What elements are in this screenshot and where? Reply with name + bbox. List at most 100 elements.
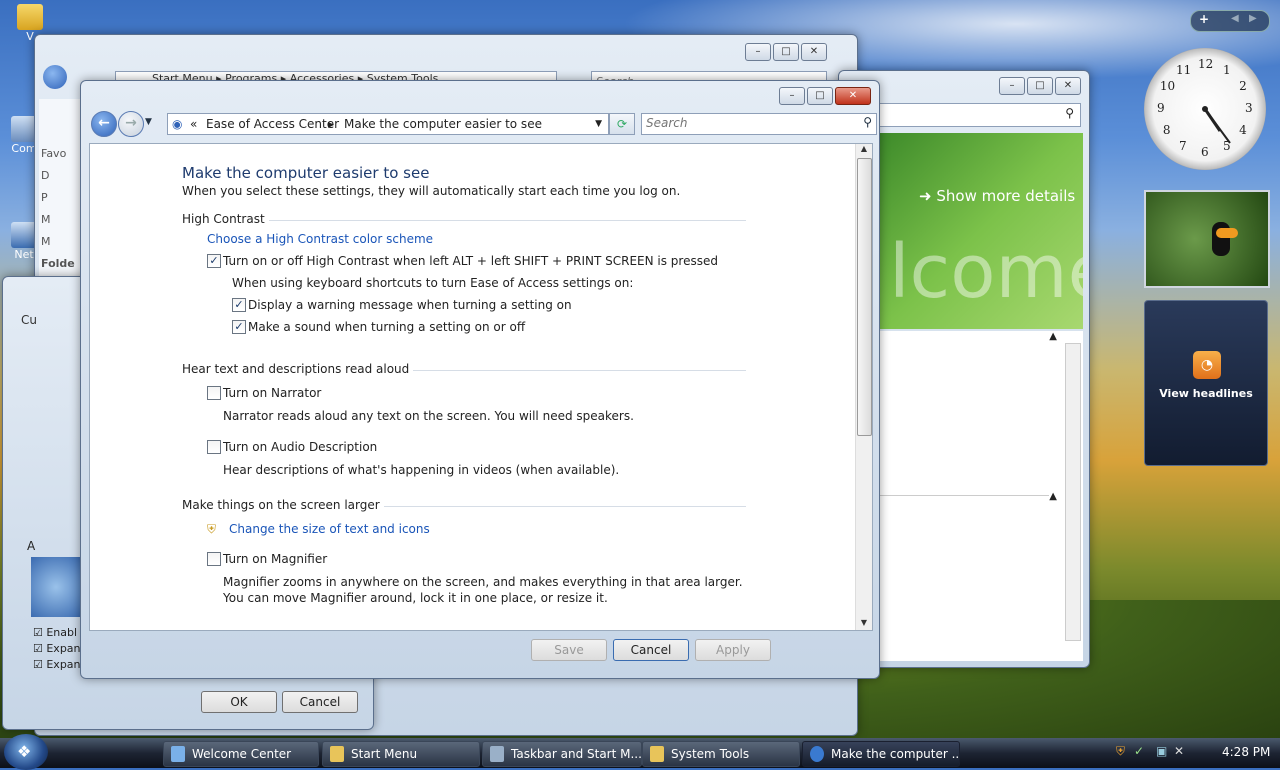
checkbox-row[interactable]: ☑ Expan xyxy=(33,641,81,657)
narrator-row[interactable]: Turn on Narrator xyxy=(182,382,842,404)
scroll-up-icon[interactable]: ▲ xyxy=(856,144,872,156)
dialog-checkbox-list: ☑ Enabl ☑ Expan ☑ Expan xyxy=(33,625,81,673)
address-dropdown-icon[interactable]: ▼ xyxy=(595,114,602,134)
forward-button[interactable]: → xyxy=(118,111,144,137)
clock-numeral: 7 xyxy=(1179,139,1187,154)
welcome-scrollbar[interactable] xyxy=(1065,343,1081,641)
notification-area: ⛨ ✓ ▣ ✕ 4:28 PM xyxy=(1112,738,1280,768)
audio-description-text: Hear descriptions of what's happening in… xyxy=(223,463,620,477)
toucan-beak-image xyxy=(1216,228,1238,238)
checkbox-row[interactable]: ☑ Expan xyxy=(33,657,81,673)
narrator-description: Narrator reads aloud any text on the scr… xyxy=(223,409,634,423)
sidebar-controls[interactable]: + ◀ ▶ xyxy=(1190,10,1270,32)
nav-pane-label[interactable]: M xyxy=(41,209,81,231)
slideshow-gadget[interactable] xyxy=(1144,190,1270,288)
maximize-button[interactable]: □ xyxy=(807,87,833,105)
apply-button[interactable]: Apply xyxy=(695,639,771,661)
network-icon[interactable]: ▣ xyxy=(1156,744,1167,758)
search-icon[interactable]: ⚲ xyxy=(1065,106,1074,120)
maximize-button[interactable]: □ xyxy=(1027,77,1053,95)
volume-muted-icon[interactable]: ✕ xyxy=(1174,744,1184,758)
high-contrast-toggle-row[interactable]: ✓ Turn on or off High Contrast when left… xyxy=(182,250,842,272)
magnifier-checkbox[interactable] xyxy=(207,552,221,566)
clock-gadget[interactable]: 12 1 2 3 4 5 6 7 8 9 10 11 xyxy=(1144,48,1266,170)
settings-pane: Make the computer easier to see When you… xyxy=(182,164,842,606)
clock-time[interactable]: 4:28 PM xyxy=(1222,745,1270,759)
close-button[interactable]: ✕ xyxy=(801,43,827,61)
cancel-button[interactable]: Cancel xyxy=(282,691,358,713)
sound-row[interactable]: ✓ Make a sound when turning a setting on… xyxy=(182,316,842,338)
control-panel-icon: ◉ xyxy=(172,117,183,131)
chevron-right-icon[interactable]: ▶ xyxy=(1249,13,1257,24)
start-button[interactable]: ❖ xyxy=(4,734,48,770)
welcome-banner: ➜ Show more details lcome xyxy=(879,133,1083,329)
nav-pane-label[interactable]: D xyxy=(41,165,81,187)
taskbar-item-ease-of-access[interactable]: Make the computer ... xyxy=(802,741,960,767)
warning-message-row[interactable]: ✓ Display a warning message when turning… xyxy=(182,294,842,316)
clock-numeral: 1 xyxy=(1223,62,1231,77)
cancel-button[interactable]: Cancel xyxy=(613,639,689,661)
scroll-down-icon[interactable]: ▼ xyxy=(856,618,872,630)
scrollbar-thumb[interactable] xyxy=(857,158,872,436)
close-button[interactable]: ✕ xyxy=(1055,77,1081,95)
search-input[interactable] xyxy=(642,114,850,132)
minimize-button[interactable]: – xyxy=(999,77,1025,95)
sound-checkbox[interactable]: ✓ xyxy=(232,320,246,334)
close-button[interactable]: ✕ xyxy=(835,87,871,105)
breadcrumb-item[interactable]: Make the computer easier to see xyxy=(344,114,542,134)
add-gadget-icon[interactable]: + xyxy=(1199,12,1209,26)
taskbar-item-system-tools[interactable]: System Tools xyxy=(642,741,800,767)
magnifier-row[interactable]: Turn on Magnifier xyxy=(182,548,842,570)
warning-message-checkbox[interactable]: ✓ xyxy=(232,298,246,312)
nav-pane-label[interactable]: Folde xyxy=(41,253,81,275)
dialog-tab[interactable]: Cu xyxy=(21,313,37,327)
high-contrast-scheme-link[interactable]: Choose a High Contrast color scheme xyxy=(207,232,433,246)
high-contrast-checkbox[interactable]: ✓ xyxy=(207,254,221,268)
taskbar-item-taskbar-properties[interactable]: Taskbar and Start M... xyxy=(482,741,642,767)
recent-pages-dropdown[interactable]: ▼ xyxy=(145,117,152,127)
section-high-contrast: High Contrast xyxy=(182,212,746,228)
back-button[interactable]: ← xyxy=(91,111,117,137)
nav-pane-label[interactable]: P xyxy=(41,187,81,209)
text-size-link[interactable]: Change the size of text and icons xyxy=(229,522,430,536)
breadcrumb-separator-icon[interactable]: ▸ xyxy=(328,114,334,134)
audio-description-row[interactable]: Turn on Audio Description xyxy=(182,436,842,458)
minimize-button[interactable]: – xyxy=(779,87,805,105)
nav-pane-label[interactable]: Favo xyxy=(41,143,81,165)
show-more-details-link[interactable]: ➜ Show more details xyxy=(919,187,1075,205)
search-icon[interactable]: ⚲ xyxy=(863,115,872,129)
forward-arrow-icon: → xyxy=(125,115,137,131)
checkbox-row[interactable]: ☑ Enabl xyxy=(33,625,81,641)
minimize-button[interactable]: – xyxy=(745,43,771,61)
audio-description-checkbox[interactable] xyxy=(207,440,221,454)
save-button[interactable]: Save xyxy=(531,639,607,661)
welcome-banner-text: lcome xyxy=(889,229,1083,315)
security-shield-icon[interactable]: ⛨ xyxy=(1116,744,1125,759)
welcome-center-icon xyxy=(171,746,185,762)
narrator-checkbox[interactable] xyxy=(207,386,221,400)
welcome-search-box[interactable]: ⚲ xyxy=(879,103,1081,127)
back-arrow-icon[interactable] xyxy=(43,65,67,89)
address-bar[interactable]: ◉ « Ease of Access Center ▸ Make the com… xyxy=(167,113,609,135)
nav-pane-label[interactable]: M xyxy=(41,231,81,253)
chevron-up-icon[interactable]: ▲ xyxy=(1049,331,1057,342)
view-headlines-link[interactable]: View headlines xyxy=(1145,387,1267,400)
breadcrumb-overflow[interactable]: « xyxy=(190,114,197,134)
content-scrollbar[interactable]: ▲ ▼ xyxy=(855,144,872,630)
chevron-up-icon[interactable]: ▲ xyxy=(1049,491,1057,502)
clock-numeral: 10 xyxy=(1159,79,1176,93)
chevron-left-icon[interactable]: ◀ xyxy=(1231,13,1239,24)
section-heading: Make things on the screen larger xyxy=(182,498,384,512)
breadcrumb-item[interactable]: Ease of Access Center xyxy=(206,114,339,134)
section-larger: Make things on the screen larger xyxy=(182,498,746,514)
taskbar-item-welcome-center[interactable]: Welcome Center xyxy=(163,741,319,767)
feed-headlines-gadget[interactable]: ◔ View headlines xyxy=(1144,300,1268,466)
ease-of-access-window[interactable]: – □ ✕ ← → ▼ ◉ « Ease of Access Center ▸ … xyxy=(80,80,880,679)
content-area: Make the computer easier to see When you… xyxy=(89,143,873,631)
checkmark-icon[interactable]: ✓ xyxy=(1134,744,1144,758)
ok-button[interactable]: OK xyxy=(201,691,277,713)
refresh-button[interactable]: ⟳ xyxy=(609,113,635,135)
search-box[interactable]: ⚲ xyxy=(641,113,877,135)
maximize-button[interactable]: □ xyxy=(773,43,799,61)
taskbar-item-start-menu[interactable]: Start Menu xyxy=(322,741,480,767)
